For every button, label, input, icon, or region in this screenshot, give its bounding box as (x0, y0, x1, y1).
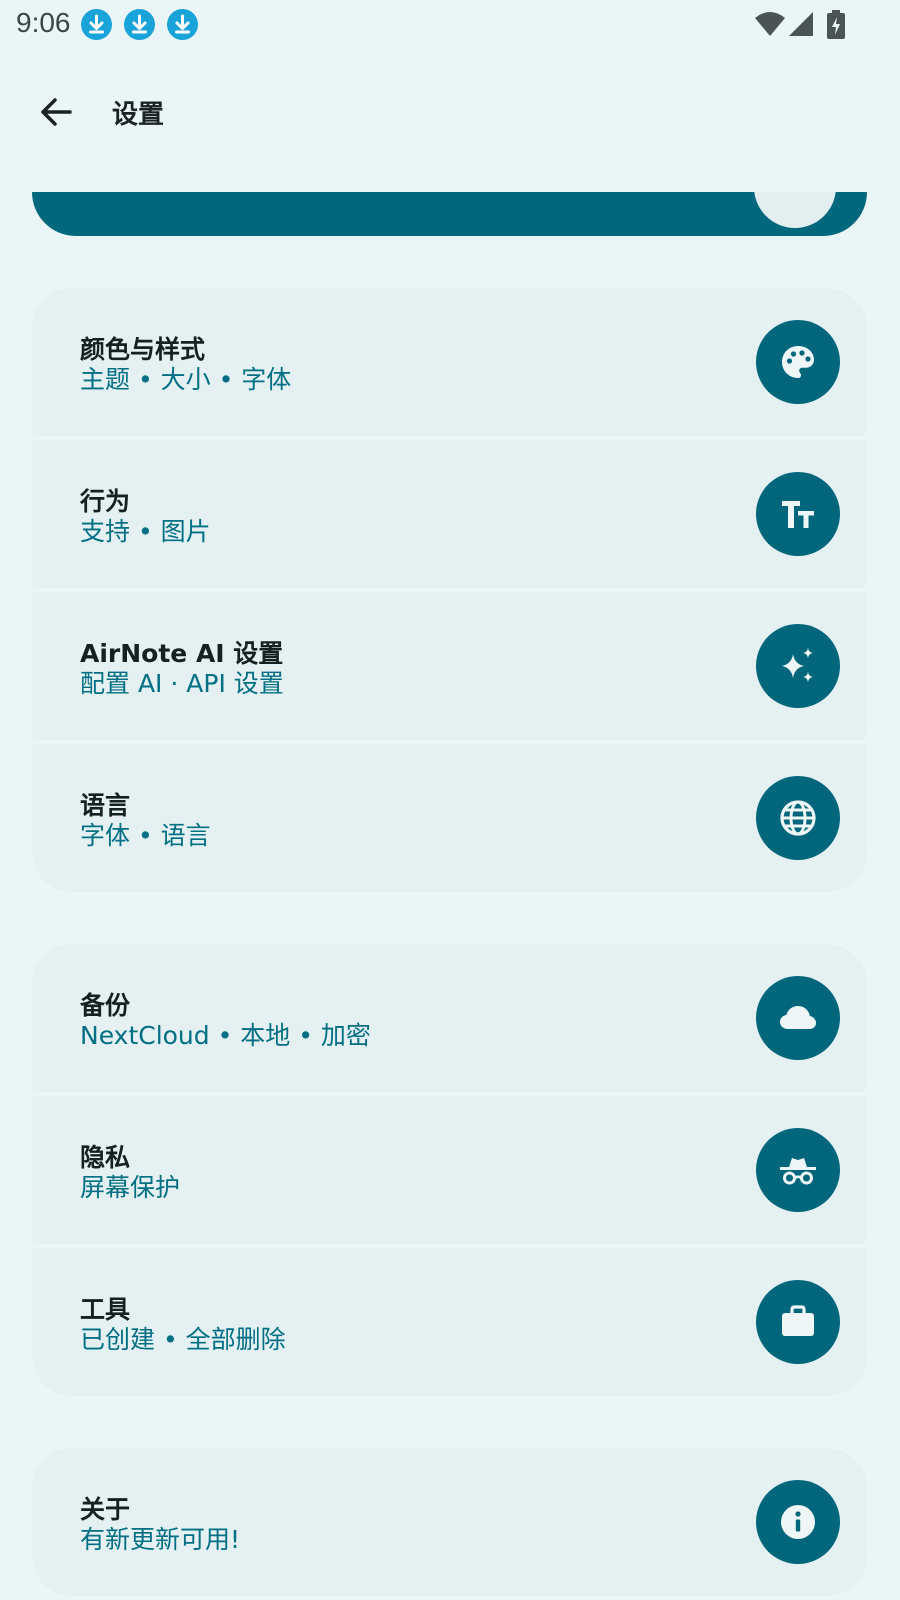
info-icon (756, 1480, 840, 1564)
settings-item-subtitle: 支持 • 图片 (80, 517, 211, 546)
settings-item-about[interactable]: 关于 有新更新可用! (32, 1448, 867, 1596)
download-icon (81, 9, 112, 40)
top-banner[interactable] (32, 192, 867, 236)
settings-item-ai[interactable]: AirNote AI 设置 配置 AI · API 设置 (32, 592, 867, 740)
settings-item-subtitle: 配置 AI · API 设置 (80, 669, 284, 698)
settings-item-privacy[interactable]: 隐私 屏幕保护 (32, 1096, 867, 1244)
settings-item-appearance[interactable]: 颜色与样式 主题 • 大小 • 字体 (32, 288, 867, 436)
briefcase-icon (756, 1280, 840, 1364)
battery-charging-icon (827, 10, 845, 39)
settings-item-subtitle: 屏幕保护 (80, 1173, 181, 1202)
status-bar: 9:06 (0, 0, 900, 48)
status-time: 9:06 (16, 7, 71, 38)
text-size-icon (756, 472, 840, 556)
arrow-back-icon[interactable] (36, 92, 76, 132)
palette-icon (756, 320, 840, 404)
app-bar: 设置 (0, 70, 900, 154)
settings-item-subtitle: 字体 • 语言 (80, 821, 211, 850)
incognito-icon (756, 1128, 840, 1212)
settings-item-tools[interactable]: 工具 已创建 • 全部删除 (32, 1248, 867, 1396)
settings-item-subtitle: 有新更新可用! (80, 1525, 241, 1554)
settings-item-subtitle: NextCloud • 本地 • 加密 (80, 1021, 371, 1050)
settings-item-subtitle: 已创建 • 全部删除 (80, 1325, 286, 1354)
settings-item-language[interactable]: 语言 字体 • 语言 (32, 744, 867, 892)
sparkle-icon (756, 624, 840, 708)
wifi-icon (755, 12, 785, 36)
globe-icon (756, 776, 840, 860)
download-icon (124, 9, 155, 40)
cloud-icon (756, 976, 840, 1060)
banner-toggle-thumb[interactable] (754, 192, 836, 228)
settings-item-subtitle: 主题 • 大小 • 字体 (80, 365, 292, 394)
download-icon (167, 9, 198, 40)
settings-item-backup[interactable]: 备份 NextCloud • 本地 • 加密 (32, 944, 867, 1092)
signal-icon (789, 12, 813, 36)
page-title: 设置 (112, 100, 165, 130)
settings-item-behavior[interactable]: 行为 支持 • 图片 (32, 440, 867, 588)
